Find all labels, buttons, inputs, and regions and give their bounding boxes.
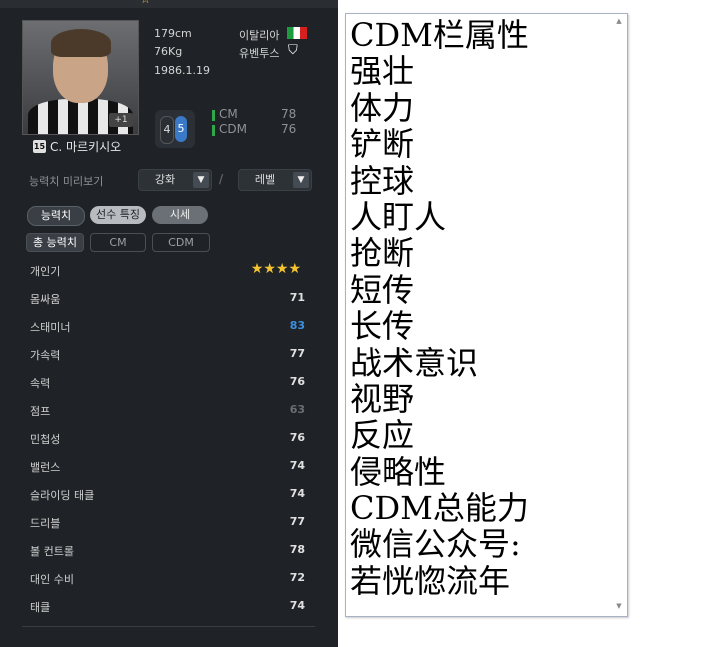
stat-name: 점프 [30, 405, 51, 418]
subtab-cdm[interactable]: CDM [152, 233, 210, 252]
stat-value: 72 [289, 571, 305, 584]
position-label-cdm: CDM [219, 122, 247, 136]
stat-name: 밸런스 [30, 461, 61, 474]
text-line: 侵略性 [350, 452, 447, 491]
stat-value: 77 [289, 347, 305, 360]
stat-value: 63 [289, 403, 305, 416]
enhance-dropdown[interactable]: 강화 ▼ [138, 169, 212, 191]
overall-badge-right: 5 [175, 116, 187, 142]
text-line: 长传 [350, 307, 415, 346]
skill-stars-icon: ★★★★ [250, 261, 301, 277]
italy-flag-icon [287, 27, 307, 39]
text-line: 战术意识 [350, 343, 479, 382]
stat-row: 속력 76 [22, 368, 315, 396]
stat-row: 스태미너 83 [22, 312, 315, 340]
text-edit-box[interactable]: CDM栏属性 强壮 体力 铲断 控球 人盯人 抢断 短传 长传 战术意识 视野 反应 侵略性 CDM总能力… [345, 13, 628, 617]
stat-name: 속력 [30, 377, 51, 390]
stat-name: 대인 수비 [30, 573, 74, 586]
player-hair [51, 29, 111, 57]
player-weight: 76Kg [154, 45, 183, 58]
stat-name: 슬라이딩 태클 [30, 489, 95, 502]
stat-row: 태클 74 [22, 592, 315, 620]
position-value-cm: 78 [281, 107, 297, 121]
text-line: 铲断 [350, 125, 415, 164]
stat-value: 76 [289, 431, 305, 444]
stat-value: 78 [289, 543, 305, 556]
text-line: 反应 [350, 416, 415, 455]
stats-bottom-divider [22, 626, 315, 627]
enhance-dropdown-label: 강화 [154, 173, 176, 186]
text-line: CDM总能力 [350, 489, 529, 528]
overall-badge-left: 4 [160, 116, 174, 144]
stat-value: 76 [289, 375, 305, 388]
stat-row: 슬라이딩 태클 74 [22, 480, 315, 508]
tab-stats[interactable]: 능력치 [27, 206, 85, 226]
text-line: 短传 [350, 270, 415, 309]
stat-row: 대인 수비 72 [22, 564, 315, 592]
player-name: C. 마르키시오 [50, 140, 122, 154]
stat-value: 74 [289, 599, 305, 612]
position-label-cm: CM [219, 107, 238, 121]
position-value-cdm: 76 [281, 122, 297, 136]
stat-value: 71 [289, 291, 305, 304]
position-bar-cdm [212, 125, 215, 136]
subtab-total-stats[interactable]: 총 능력치 [26, 233, 84, 252]
text-line: CDM栏属性 [350, 16, 529, 54]
player-height: 179cm [154, 27, 192, 40]
stat-name: 태클 [30, 601, 51, 614]
stat-name: 볼 컨트롤 [30, 545, 74, 558]
stat-value: 74 [289, 487, 305, 500]
text-line: 微信公众号: [350, 525, 521, 564]
juventus-crest-icon: ⛉ [288, 43, 298, 58]
stat-value: 77 [289, 515, 305, 528]
stat-value: 74 [289, 459, 305, 472]
stat-name: 몸싸움 [30, 293, 61, 306]
stat-name: 드리블 [30, 517, 61, 530]
level-dropdown[interactable]: 레벨 ▼ [238, 169, 312, 191]
stat-name: 스태미너 [30, 321, 71, 334]
text-line: 控球 [350, 161, 415, 200]
stat-row: 민첩성 76 [22, 424, 315, 452]
text-lines: CDM栏属性 强壮 体力 铲断 控球 人盯人 抢断 短传 长传 战术意识 视野 反应 侵略性 CDM总能力… [350, 16, 612, 600]
tab-market-price[interactable]: 시세 [152, 206, 208, 224]
stat-row: 점프 63 [22, 396, 315, 424]
chevron-down-icon: ▼ [193, 172, 209, 188]
scroll-down-arrow-icon[interactable]: ▼ [614, 602, 624, 612]
level-dropdown-label: 레벨 [254, 173, 276, 186]
stat-name: 개인기 [30, 265, 61, 278]
subtab-cm[interactable]: CM [90, 233, 146, 252]
text-line: 强壮 [350, 52, 415, 91]
panel-top-edge [0, 0, 338, 8]
chevron-down-icon: ▼ [293, 172, 309, 188]
position-bar-cm [212, 110, 215, 121]
text-line: 体力 [350, 88, 415, 127]
stat-row: 드리블 77 [22, 508, 315, 536]
stat-row: 개인기 ★★★★ [22, 256, 315, 284]
stat-name: 가속력 [30, 349, 61, 362]
text-line: 视野 [350, 379, 415, 418]
stat-name: 민첩성 [30, 433, 61, 446]
tab-player-traits[interactable]: 선수 특징 [90, 206, 146, 224]
stat-row: 밸런스 74 [22, 452, 315, 480]
scroll-up-arrow-icon[interactable]: ▲ [614, 17, 624, 27]
stat-preview-label: 능력치 미리보기 [29, 175, 104, 188]
player-info-panel: ☆ +1 15 C. 마르키시오 179cm 76Kg 1986.1.19 이탈… [0, 0, 338, 647]
stat-row: 볼 컨트롤 78 [22, 536, 315, 564]
text-line: 若恍惚流年 [350, 561, 511, 600]
text-line: 抢断 [350, 234, 415, 273]
stat-row: 가속력 77 [22, 340, 315, 368]
favorite-star-icon: ☆ [140, 0, 151, 6]
text-line: 人盯人 [350, 197, 447, 236]
enhance-level-badge: +1 [109, 113, 133, 127]
stat-row: 몸싸움 71 [22, 284, 315, 312]
stat-value: 83 [289, 319, 305, 332]
player-photo: +1 [22, 20, 139, 135]
dropdown-separator: / [219, 172, 224, 186]
player-birthdate: 1986.1.19 [154, 64, 210, 77]
player-nationality: 이탈리아 [239, 29, 280, 42]
player-number-badge: 15 [33, 140, 46, 153]
player-club: 유벤투스 [239, 47, 280, 60]
